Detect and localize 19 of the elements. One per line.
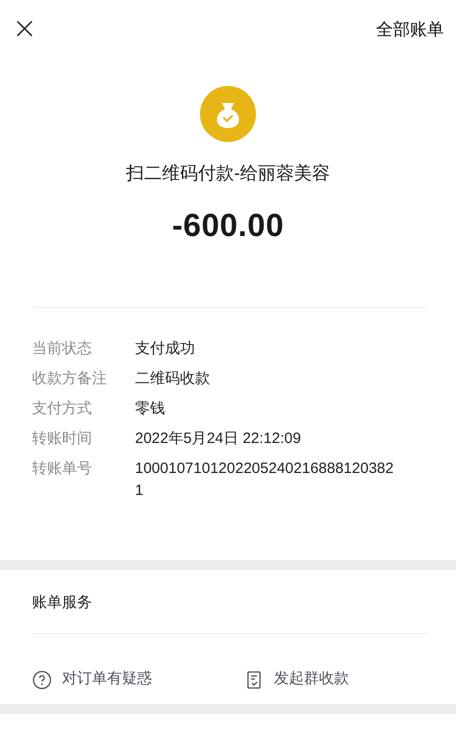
all-bills-link[interactable]: 全部账单 [376, 17, 444, 43]
money-bag-icon [200, 86, 256, 142]
detail-label: 转账单号 [32, 459, 93, 479]
detail-label: 支付方式 [32, 399, 93, 419]
detail-label: 收款方备注 [32, 369, 108, 389]
order-question-link[interactable]: 对订单有疑惑 [32, 656, 244, 704]
detail-label: 转账时间 [32, 429, 93, 449]
detail-label: 当前状态 [32, 339, 93, 359]
detail-value: 零钱 [135, 399, 166, 419]
payment-title: 扫二维码付款-给丽蓉美容 [126, 162, 330, 185]
close-button[interactable]: × [8, 14, 42, 44]
amount: -600.00 [172, 206, 284, 245]
group-collection-link[interactable]: 发起群收款 [244, 656, 349, 704]
section-title: 账单服务 [32, 593, 93, 613]
detail-value: 10001071012022052402168881203821 [135, 459, 395, 501]
detail-value: 二维码收款 [135, 369, 211, 389]
detail-value: 支付成功 [135, 339, 196, 359]
question-icon [32, 670, 52, 690]
detail-value: 2022年5月24日 22:12:09 [135, 429, 302, 449]
